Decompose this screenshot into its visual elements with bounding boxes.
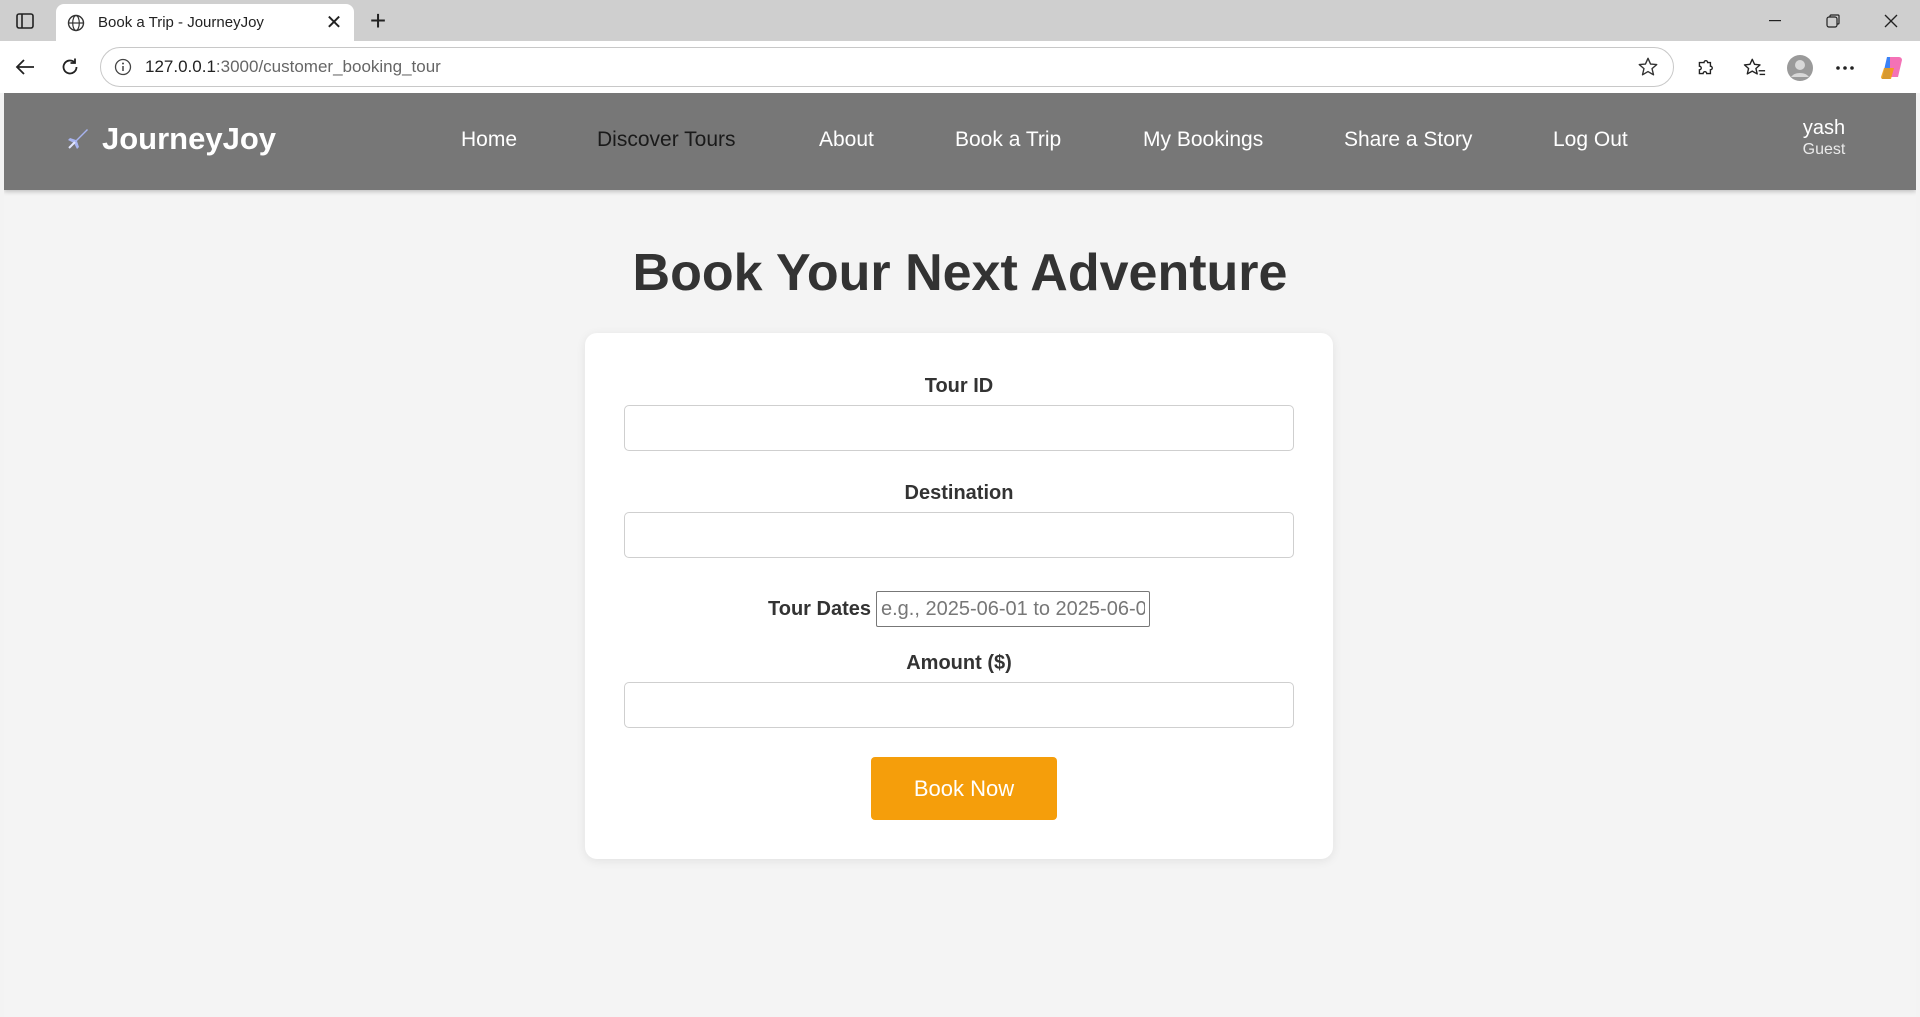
tab-title: Book a Trip - JourneyJoy (98, 14, 264, 31)
nav-share-a-story[interactable]: Share a Story (1344, 128, 1472, 152)
user-info: yash Guest (1794, 117, 1854, 159)
url-path: :3000/customer_booking_tour (215, 57, 441, 76)
user-role: Guest (1802, 141, 1846, 158)
airplane-icon (64, 125, 92, 153)
nav-log-out[interactable]: Log Out (1553, 128, 1628, 152)
favorite-star-icon[interactable] (1635, 54, 1661, 80)
tab-actions-icon[interactable] (12, 8, 38, 34)
brand-name: JourneyJoy (102, 121, 277, 156)
book-now-button[interactable]: Book Now (871, 757, 1057, 820)
tour-dates-input[interactable] (875, 591, 1150, 627)
page-viewport: JourneyJoy Home Discover Tours About Boo… (4, 93, 1916, 1017)
nav-my-bookings[interactable]: My Bookings (1143, 128, 1263, 152)
tour-dates-label: Tour Dates (768, 597, 871, 620)
browser-toolbar: 127.0.0.1:3000/customer_booking_tour (0, 41, 1920, 93)
nav-about[interactable]: About (819, 128, 874, 152)
nav-discover-tours[interactable]: Discover Tours (597, 128, 736, 152)
profile-avatar-icon[interactable] (1786, 54, 1814, 82)
nav-home[interactable]: Home (461, 128, 517, 152)
copilot-icon[interactable] (1878, 54, 1906, 82)
browser-tab-active[interactable]: Book a Trip - JourneyJoy ✕ (56, 4, 354, 41)
nav-book-a-trip[interactable]: Book a Trip (955, 128, 1061, 152)
tour-dates-row: Tour Dates (585, 591, 1333, 627)
more-options-icon[interactable] (1831, 54, 1859, 82)
browser-tab-bar: Book a Trip - JourneyJoy ✕ + (0, 0, 1920, 41)
globe-icon (66, 13, 86, 33)
minimize-icon[interactable] (1747, 0, 1803, 41)
back-icon[interactable] (9, 51, 41, 83)
favorites-icon[interactable] (1741, 54, 1769, 82)
tour-id-input[interactable] (624, 405, 1294, 451)
new-tab-icon[interactable]: + (364, 5, 392, 36)
site-info-icon[interactable] (113, 57, 133, 77)
tour-id-label: Tour ID (924, 375, 994, 397)
page-title: Book Your Next Adventure (632, 244, 1288, 302)
user-name: yash (1802, 117, 1846, 139)
destination-input[interactable] (624, 512, 1294, 558)
url-text[interactable]: 127.0.0.1:3000/customer_booking_tour (145, 57, 1635, 77)
url-host: 127.0.0.1 (145, 57, 216, 76)
amount-input[interactable] (624, 682, 1294, 728)
destination-label: Destination (904, 482, 1014, 504)
restore-icon[interactable] (1805, 0, 1861, 41)
site-header: JourneyJoy Home Discover Tours About Boo… (4, 93, 1916, 190)
amount-label: Amount ($) (906, 652, 1012, 674)
address-bar[interactable]: 127.0.0.1:3000/customer_booking_tour (100, 47, 1674, 87)
close-window-icon[interactable] (1863, 0, 1919, 41)
reload-icon[interactable] (54, 51, 86, 83)
close-tab-icon[interactable]: ✕ (322, 11, 346, 35)
booking-form-card: Tour ID Destination Tour Dates Amount ($… (585, 333, 1333, 859)
brand-logo-link[interactable]: JourneyJoy (64, 121, 276, 157)
extensions-icon[interactable] (1690, 54, 1718, 82)
